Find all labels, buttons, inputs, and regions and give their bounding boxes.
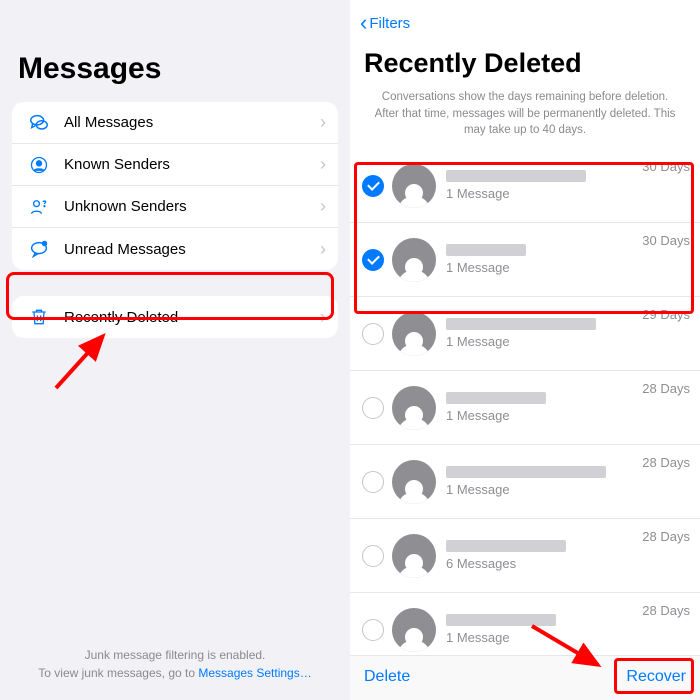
bottom-toolbar: Delete Recover	[350, 655, 700, 700]
contact-name-redacted	[446, 392, 546, 404]
filter-unread-messages[interactable]: Unread Messages ›	[12, 228, 338, 270]
filter-label: Recently Deleted	[64, 309, 320, 326]
trash-icon	[26, 307, 52, 327]
days-remaining: 29 Days	[642, 307, 690, 322]
chevron-right-icon: ›	[320, 154, 326, 175]
footer-text: To view junk messages, go to	[38, 666, 198, 680]
days-remaining: 28 Days	[642, 455, 690, 470]
filter-known-senders[interactable]: Known Senders ›	[12, 144, 338, 186]
days-remaining: 28 Days	[642, 381, 690, 396]
selection-checkbox[interactable]	[362, 175, 384, 197]
filter-label: Unknown Senders	[64, 198, 320, 215]
recently-deleted-pane: ‹ Filters Recently Deleted Conversations…	[350, 0, 700, 700]
delete-button[interactable]: Delete	[364, 668, 410, 686]
message-count: 1 Message	[446, 630, 636, 645]
chat-dot-icon	[26, 238, 52, 260]
contact-name-redacted	[446, 170, 586, 182]
conversation-row[interactable]: 1 Message 30 Days	[350, 149, 700, 223]
selection-checkbox[interactable]	[362, 397, 384, 419]
conversation-row[interactable]: 1 Message 28 Days	[350, 371, 700, 445]
conversation-row[interactable]: 1 Message 28 Days	[350, 593, 700, 655]
avatar-icon	[392, 534, 436, 578]
selection-checkbox[interactable]	[362, 619, 384, 641]
conversation-list: 1 Message30 Days1 Message30 Days1 Messag…	[350, 149, 700, 655]
selection-checkbox[interactable]	[362, 471, 384, 493]
chat-bubbles-icon	[26, 112, 52, 134]
days-remaining: 30 Days	[642, 159, 690, 174]
contact-name-redacted	[446, 614, 556, 626]
chevron-right-icon: ›	[320, 239, 326, 260]
chevron-right-icon: ›	[320, 112, 326, 133]
avatar-icon	[392, 164, 436, 208]
back-to-filters[interactable]: ‹ Filters	[350, 0, 700, 40]
chevron-right-icon: ›	[320, 307, 326, 328]
conversation-info: 1 Message	[446, 614, 636, 645]
chevron-left-icon: ‹	[360, 10, 367, 36]
recently-deleted-card: Recently Deleted ›	[12, 296, 338, 338]
conversation-info: 1 Message	[446, 244, 636, 275]
selection-checkbox[interactable]	[362, 323, 384, 345]
page-title: Recently Deleted	[350, 40, 700, 89]
filter-unknown-senders[interactable]: Unknown Senders ›	[12, 186, 338, 228]
contact-name-redacted	[446, 244, 526, 256]
contact-name-redacted	[446, 318, 596, 330]
contact-name-redacted	[446, 540, 566, 552]
filter-label: All Messages	[64, 114, 320, 131]
conversation-row[interactable]: 1 Message 29 Days	[350, 297, 700, 371]
filter-recently-deleted[interactable]: Recently Deleted ›	[12, 296, 338, 338]
message-count: 6 Messages	[446, 556, 636, 571]
filter-label: Unread Messages	[64, 241, 320, 258]
selection-checkbox[interactable]	[362, 545, 384, 567]
conversation-info: 6 Messages	[446, 540, 636, 571]
messages-settings-link[interactable]: Messages Settings…	[198, 666, 311, 680]
conversation-row[interactable]: 1 Message 28 Days	[350, 445, 700, 519]
conversation-row[interactable]: 1 Message 30 Days	[350, 223, 700, 297]
back-label: Filters	[369, 15, 410, 32]
contact-name-redacted	[446, 466, 606, 478]
avatar-icon	[392, 238, 436, 282]
conversation-info: 1 Message	[446, 318, 636, 349]
conversation-row[interactable]: 6 Messages 28 Days	[350, 519, 700, 593]
message-count: 1 Message	[446, 334, 636, 349]
person-circle-icon	[26, 155, 52, 175]
selection-checkbox[interactable]	[362, 249, 384, 271]
chevron-right-icon: ›	[320, 196, 326, 217]
filters-list: All Messages › Known Senders › Unknown S…	[12, 102, 338, 270]
message-count: 1 Message	[446, 482, 636, 497]
message-count: 1 Message	[446, 186, 636, 201]
conversation-info: 1 Message	[446, 170, 636, 201]
footer-text: Junk message filtering is enabled.	[85, 648, 266, 662]
recover-button[interactable]: Recover	[626, 668, 686, 686]
days-remaining: 28 Days	[642, 529, 690, 544]
days-remaining: 28 Days	[642, 603, 690, 618]
message-count: 1 Message	[446, 260, 636, 275]
filter-all-messages[interactable]: All Messages ›	[12, 102, 338, 144]
avatar-icon	[392, 460, 436, 504]
filter-label: Known Senders	[64, 156, 320, 173]
message-count: 1 Message	[446, 408, 636, 423]
days-remaining: 30 Days	[642, 233, 690, 248]
deletion-notice: Conversations show the days remaining be…	[350, 89, 700, 149]
footer-note: Junk message filtering is enabled. To vi…	[0, 646, 350, 682]
avatar-icon	[392, 386, 436, 430]
page-title: Messages	[8, 8, 342, 102]
messages-filters-pane: Messages All Messages › Known Senders › …	[0, 0, 350, 700]
conversation-info: 1 Message	[446, 392, 636, 423]
person-question-icon	[26, 197, 52, 217]
avatar-icon	[392, 312, 436, 356]
avatar-icon	[392, 608, 436, 652]
conversation-info: 1 Message	[446, 466, 636, 497]
